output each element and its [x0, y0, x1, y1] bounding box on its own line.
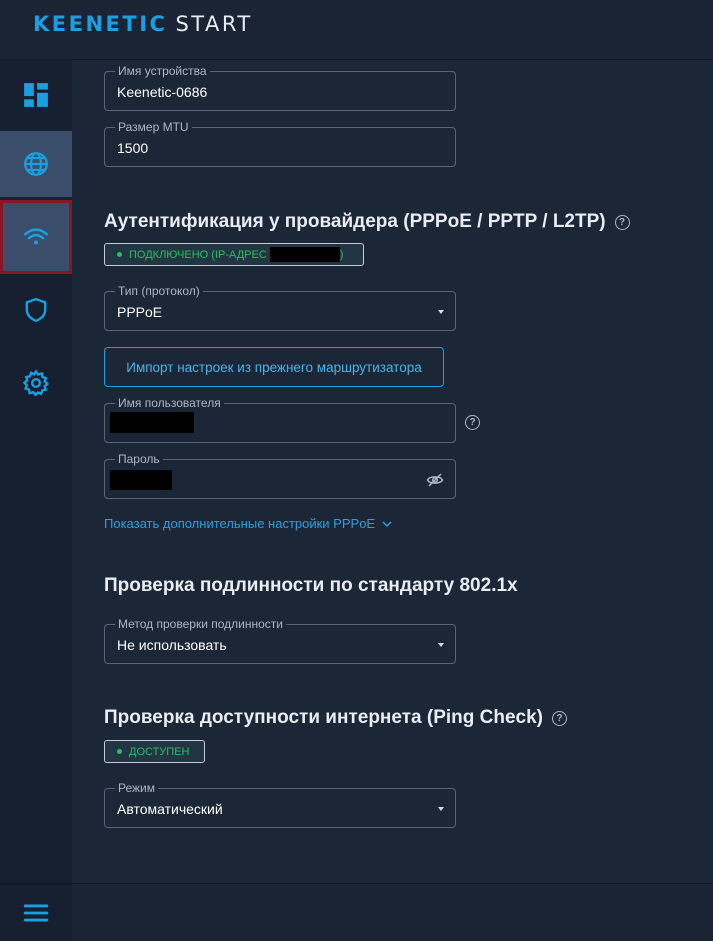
sidebar: [0, 60, 72, 941]
logo: KEENETIC START: [33, 12, 253, 36]
mode-label: Режим: [115, 782, 158, 795]
sidebar-item-security[interactable]: [0, 277, 72, 343]
auth-title-text: Аутентификация у провайдера (PPPoE / PPT…: [104, 211, 606, 232]
dot1x-section-title: Проверка подлинности по стандарту 802.1x: [104, 575, 518, 597]
redacted-username: [110, 412, 194, 433]
menu-icon: [23, 904, 49, 921]
dot1x-title-text: Проверка подлинности по стандарту 802.1x: [104, 575, 518, 596]
password-label: Пароль: [115, 453, 163, 466]
logo-brand: KEENETIC: [33, 12, 168, 36]
protocol-select[interactable]: Тип (протокол) PPPoE: [104, 285, 456, 331]
connection-status-suffix: ): [339, 248, 344, 261]
sidebar-item-wifi[interactable]: [0, 200, 72, 274]
eye-off-icon[interactable]: [426, 471, 444, 489]
redacted-ip: [269, 247, 340, 262]
device-name-field[interactable]: Имя устройства Keenetic-0686: [104, 65, 456, 111]
status-dot: [117, 749, 122, 754]
username-field[interactable]: Имя пользователя: [104, 397, 456, 443]
auth-section-title: Аутентификация у провайдера (PPPoE / PPT…: [104, 211, 630, 233]
device-name-value: Keenetic-0686: [117, 84, 208, 100]
auth-method-label: Метод проверки подлинности: [115, 618, 286, 631]
bottom-bar: [72, 883, 713, 941]
chevron-down-icon: [382, 520, 392, 527]
help-icon[interactable]: ?: [614, 214, 630, 230]
help-icon[interactable]: ?: [552, 710, 567, 726]
device-name-label: Имя устройства: [115, 65, 210, 78]
ping-section-title: Проверка доступности интернета (Ping Che…: [104, 707, 567, 729]
help-icon[interactable]: ?: [465, 415, 480, 430]
show-more-settings-text: Показать дополнительные настройки PPPoE: [104, 516, 376, 531]
mtu-value: 1500: [117, 140, 149, 156]
logo-product: START: [175, 12, 253, 36]
wifi-icon: [23, 228, 49, 245]
dashboard-icon: [24, 83, 48, 107]
sidebar-item-internet[interactable]: [0, 131, 72, 197]
gear-icon: [23, 370, 49, 396]
sidebar-item-settings[interactable]: [0, 350, 72, 416]
shield-icon: [25, 297, 47, 323]
globe-icon: [24, 152, 48, 176]
chevron-down-icon: [438, 807, 444, 811]
mtu-label: Размер MTU: [115, 121, 192, 134]
sidebar-item-menu[interactable]: [0, 883, 72, 941]
chevron-down-icon: [438, 643, 444, 647]
sidebar-item-dashboard[interactable]: [0, 62, 72, 128]
connection-status-text: ПОДКЛЮЧЕНО (IP-АДРЕС: [129, 248, 267, 261]
top-bar: KEENETIC START: [0, 0, 713, 60]
mode-select[interactable]: Режим Автоматический: [104, 782, 456, 828]
password-field[interactable]: Пароль: [104, 453, 456, 499]
ping-status-text: ДОСТУПЕН: [129, 745, 190, 758]
show-more-settings-link[interactable]: Показать дополнительные настройки PPPoE: [104, 516, 393, 531]
auth-method-select[interactable]: Метод проверки подлинности Не использова…: [104, 618, 456, 664]
ping-status-badge: ДОСТУПЕН: [104, 740, 205, 763]
auth-method-value: Не использовать: [117, 637, 227, 653]
redacted-password: [110, 470, 172, 490]
ping-title-text: Проверка доступности интернета (Ping Che…: [104, 707, 543, 728]
protocol-value: PPPoE: [117, 304, 163, 320]
mode-value: Автоматический: [117, 801, 223, 817]
main-content: Имя устройства Keenetic-0686 Размер MTU …: [72, 60, 713, 883]
connection-status-badge: ПОДКЛЮЧЕНО (IP-АДРЕС ): [104, 243, 364, 266]
status-dot: [117, 252, 122, 257]
mtu-field[interactable]: Размер MTU 1500: [104, 121, 456, 167]
username-label: Имя пользователя: [115, 397, 224, 410]
import-settings-button[interactable]: Импорт настроек из прежнего маршрутизато…: [104, 347, 444, 387]
chevron-down-icon: [438, 310, 444, 314]
protocol-label: Тип (протокол): [115, 285, 203, 298]
